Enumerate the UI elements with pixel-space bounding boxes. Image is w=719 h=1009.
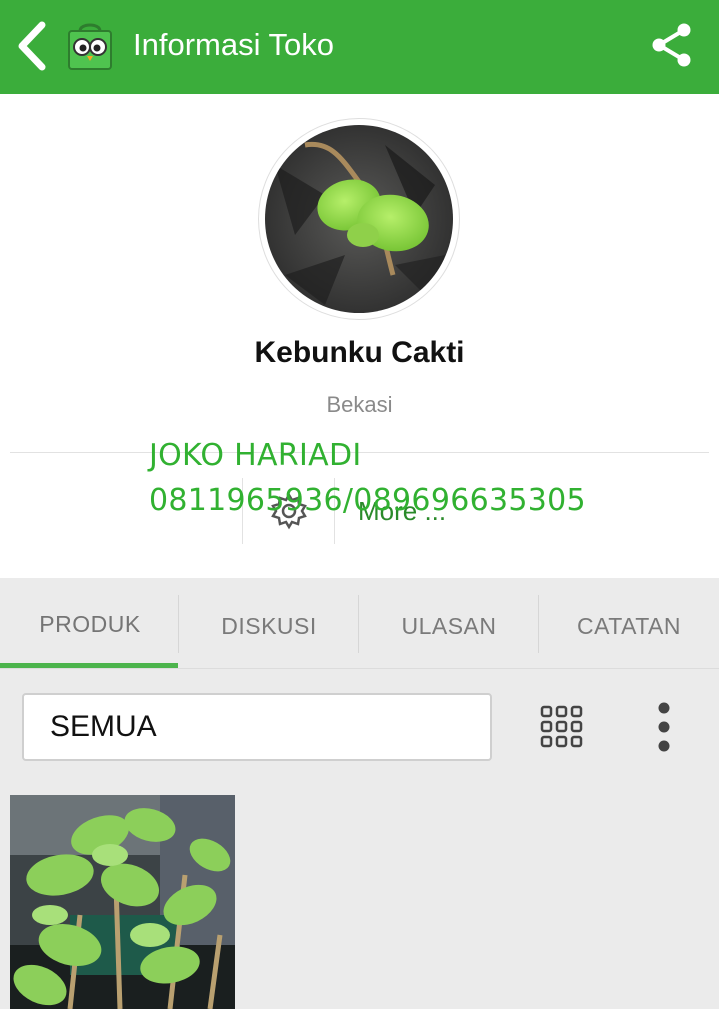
tokopedia-logo <box>66 21 114 71</box>
share-button[interactable] <box>646 20 696 70</box>
chevron-left-icon <box>18 21 46 71</box>
more-vertical-icon <box>658 702 670 752</box>
product-card[interactable] <box>10 795 235 1009</box>
appbar-title: Informasi Toko <box>133 27 335 62</box>
etalase-dropdown[interactable]: SEMUA <box>22 693 492 761</box>
back-button[interactable] <box>8 15 54 77</box>
tab-produk[interactable]: PRODUK <box>0 579 180 669</box>
product-image <box>10 795 235 1009</box>
shop-location: Bekasi <box>326 392 393 417</box>
shop-name: Kebunku Cakti <box>254 336 465 369</box>
tab-ulasan[interactable]: ULASAN <box>359 581 539 671</box>
app-bar: Informasi Toko <box>0 0 719 94</box>
shop-avatar <box>258 118 460 320</box>
tab-catatan[interactable]: CATATAN <box>539 581 719 671</box>
active-tab-indicator <box>0 663 178 668</box>
owner-phone-overlay: 0811965936/089696635305 <box>149 483 586 518</box>
owl-shopping-bag-logo <box>68 23 112 70</box>
shop-header: Kebunku Cakti Bekasi More ... JOKO HARIA… <box>0 94 719 578</box>
shop-avatar-image <box>265 125 453 313</box>
grid-view-button[interactable] <box>540 705 584 749</box>
tab-diskusi[interactable]: DISKUSI <box>179 581 359 671</box>
shop-tabs: PRODUK DISKUSI ULASAN CATATAN <box>0 579 719 669</box>
overflow-menu-button[interactable] <box>648 700 680 754</box>
shop-info-screen: Informasi Toko Kebunku Cakti Bekasi More… <box>0 0 719 1009</box>
owner-name-overlay: JOKO HARIADI <box>149 438 362 473</box>
grid-view-icon <box>540 705 583 748</box>
share-icon <box>652 23 691 67</box>
